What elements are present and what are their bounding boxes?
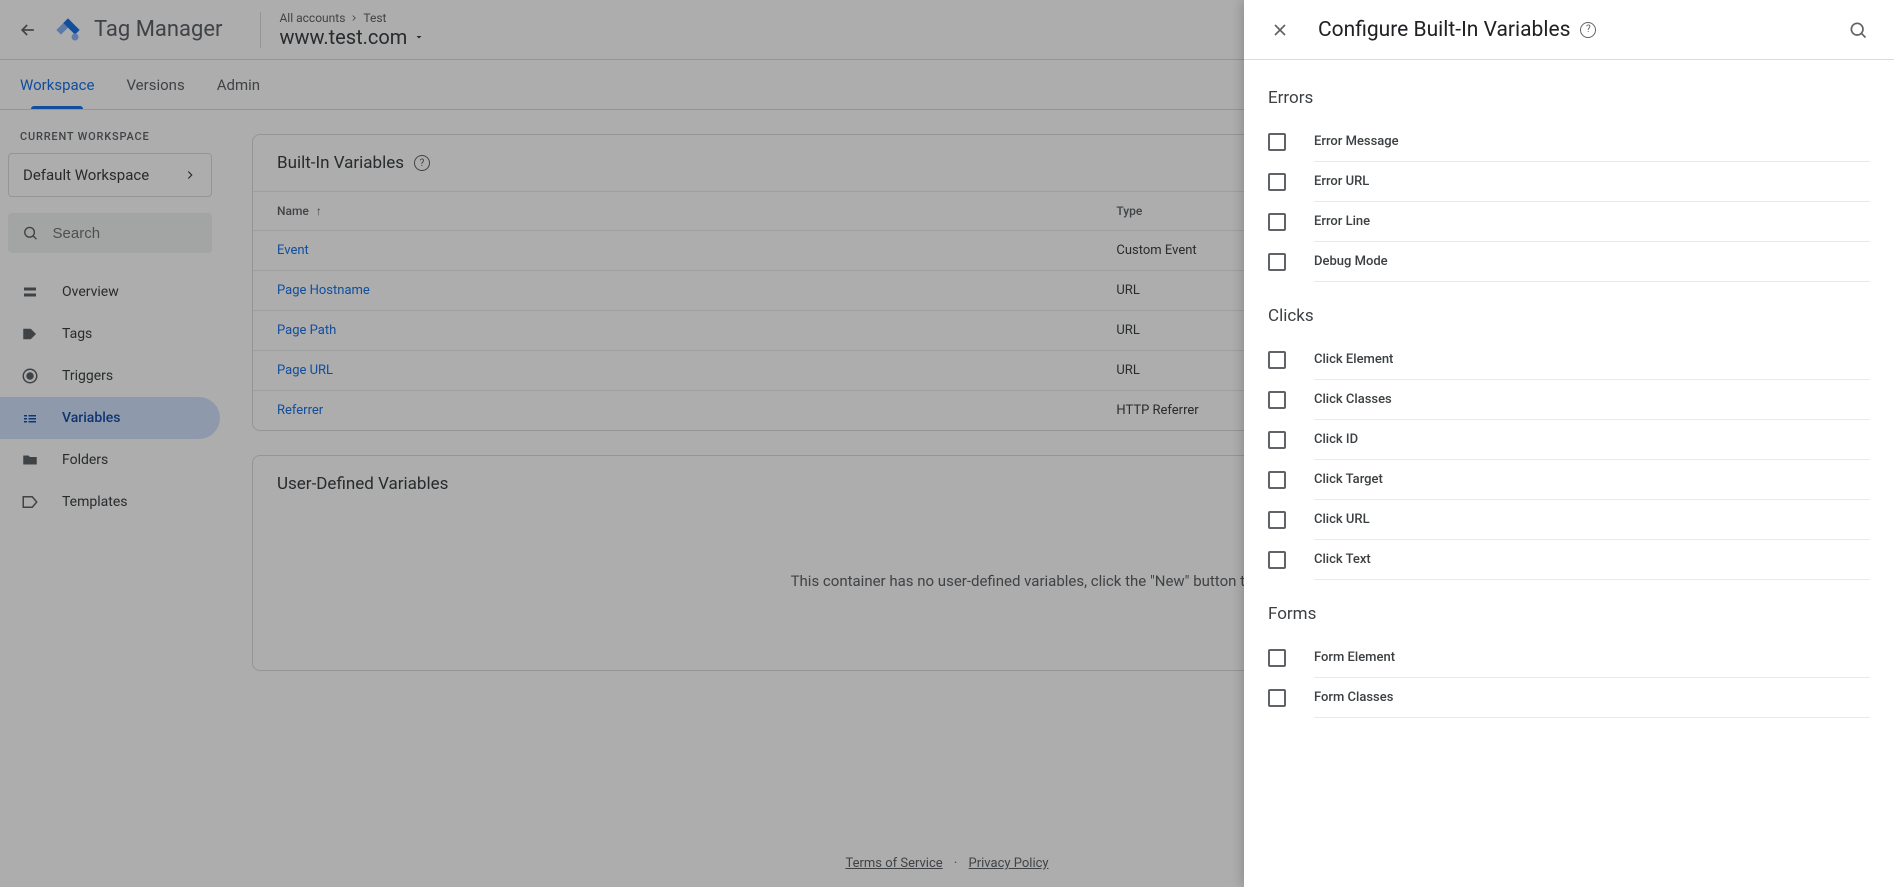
checkbox-row[interactable]: Error Message — [1268, 122, 1870, 162]
checkbox[interactable] — [1268, 351, 1286, 369]
checkbox[interactable] — [1268, 689, 1286, 707]
panel-group-heading: Clicks — [1268, 306, 1870, 326]
panel-body: Errors Error MessageError URLError LineDe… — [1244, 60, 1894, 887]
checkbox-row[interactable]: Click ID — [1268, 420, 1870, 460]
checkbox-row[interactable]: Click Classes — [1268, 380, 1870, 420]
checkbox[interactable] — [1268, 431, 1286, 449]
checkbox-label: Error Line — [1314, 202, 1870, 242]
checkbox-row[interactable]: Form Element — [1268, 638, 1870, 678]
checkbox-row[interactable]: Click URL — [1268, 500, 1870, 540]
checkbox-label: Error URL — [1314, 162, 1870, 202]
panel-group: Clicks Click ElementClick ClassesClick ID… — [1268, 306, 1870, 580]
panel-title: Configure Built-In Variables ? — [1318, 18, 1596, 42]
checkbox[interactable] — [1268, 133, 1286, 151]
panel-group-heading: Errors — [1268, 88, 1870, 108]
checkbox-row[interactable]: Error Line — [1268, 202, 1870, 242]
checkbox-label: Form Classes — [1314, 678, 1870, 718]
checkbox[interactable] — [1268, 471, 1286, 489]
checkbox[interactable] — [1268, 173, 1286, 191]
panel-title-text: Configure Built-In Variables — [1318, 18, 1570, 42]
checkbox-row[interactable]: Form Classes — [1268, 678, 1870, 718]
checkbox-label: Click Target — [1314, 460, 1870, 500]
checkbox[interactable] — [1268, 511, 1286, 529]
panel-group-heading: Forms — [1268, 604, 1870, 624]
checkbox[interactable] — [1268, 253, 1286, 271]
checkbox[interactable] — [1268, 391, 1286, 409]
checkbox-row[interactable]: Error URL — [1268, 162, 1870, 202]
checkbox-label: Error Message — [1314, 122, 1870, 162]
checkbox-label: Click Classes — [1314, 380, 1870, 420]
checkbox-label: Click URL — [1314, 500, 1870, 540]
checkbox-row[interactable]: Click Element — [1268, 340, 1870, 380]
checkbox-row[interactable]: Debug Mode — [1268, 242, 1870, 282]
checkbox-label: Form Element — [1314, 638, 1870, 678]
checkbox-row[interactable]: Click Text — [1268, 540, 1870, 580]
panel-group: Errors Error MessageError URLError LineDe… — [1268, 88, 1870, 282]
configure-variables-panel: Configure Built-In Variables ? ErrorsErr… — [1244, 0, 1894, 887]
checkbox-label: Click ID — [1314, 420, 1870, 460]
checkbox-label: Click Text — [1314, 540, 1870, 580]
checkbox-row[interactable]: Click Target — [1268, 460, 1870, 500]
checkbox[interactable] — [1268, 649, 1286, 667]
search-icon[interactable] — [1838, 10, 1878, 50]
checkbox[interactable] — [1268, 213, 1286, 231]
help-icon[interactable]: ? — [1580, 22, 1596, 38]
panel-header: Configure Built-In Variables ? — [1244, 0, 1894, 60]
checkbox-label: Click Element — [1314, 340, 1870, 380]
checkbox[interactable] — [1268, 551, 1286, 569]
close-icon[interactable] — [1260, 10, 1300, 50]
panel-group: Forms Form ElementForm Classes — [1268, 604, 1870, 718]
checkbox-label: Debug Mode — [1314, 242, 1870, 282]
